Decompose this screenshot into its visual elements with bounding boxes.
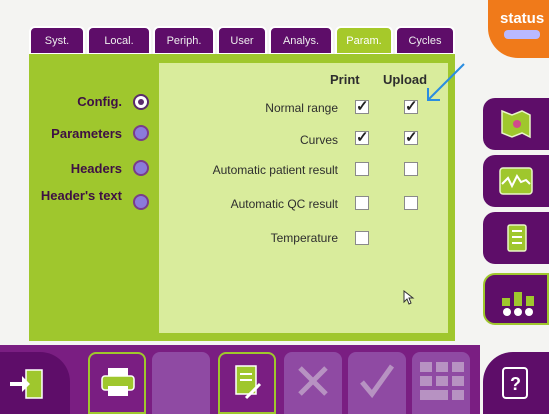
waveform-icon	[499, 167, 533, 195]
tab-periph[interactable]: Periph.	[153, 26, 215, 55]
sidebar-item-parameters[interactable]: Parameters	[0, 126, 122, 141]
tab-syst[interactable]: Syst.	[29, 26, 85, 55]
tab-label: Cycles	[408, 34, 442, 47]
bar-chart-icon	[502, 292, 534, 316]
report-edit-button[interactable]	[218, 352, 276, 414]
map-icon	[501, 109, 531, 139]
status-label: status	[500, 10, 545, 27]
checkbox-print-normal-range[interactable]: ✓	[355, 99, 369, 114]
cursor-icon	[403, 290, 415, 305]
tab-user[interactable]: User	[217, 26, 267, 55]
checkbox-print-auto-qc[interactable]	[355, 196, 369, 210]
tab-param[interactable]: Param.	[335, 26, 393, 55]
row-label-curves: Curves	[299, 133, 338, 147]
tab-analys[interactable]: Analys.	[269, 26, 333, 55]
exit-button[interactable]	[0, 352, 70, 414]
row-label-auto-patient: Automatic patient result	[212, 163, 338, 177]
checkbox-print-auto-patient[interactable]	[355, 162, 369, 176]
report-edit-icon	[235, 365, 262, 400]
radio-parameters[interactable]	[133, 125, 149, 141]
status-indicator-icon	[504, 30, 540, 39]
sidebar-item-headers-text[interactable]: Header's text	[40, 188, 122, 203]
tab-label: Syst.	[44, 34, 70, 47]
tab-label: Analys.	[282, 34, 320, 47]
sidebar-item-config[interactable]: Config.	[40, 94, 122, 109]
waveform-button[interactable]	[483, 155, 549, 207]
row-label-normal-range: Normal range	[265, 101, 338, 115]
keypad-icon	[420, 362, 464, 400]
checkbox-upload-auto-patient[interactable]	[404, 162, 418, 176]
annotation-arrow-icon	[427, 63, 465, 101]
checkbox-upload-curves[interactable]: ✓	[404, 130, 418, 145]
tab-label: User	[230, 34, 254, 47]
cancel-button[interactable]	[284, 352, 342, 414]
keypad-button[interactable]	[412, 352, 470, 414]
tab-label: Local.	[104, 34, 134, 47]
checkbox-upload-normal-range[interactable]: ✓	[404, 99, 418, 114]
checkbox-print-curves[interactable]: ✓	[355, 130, 369, 145]
radio-config[interactable]	[133, 94, 149, 110]
exit-icon	[10, 369, 43, 399]
row-label-temperature: Temperature	[270, 231, 338, 245]
checkbox-print-temperature[interactable]	[355, 231, 369, 245]
book-icon	[507, 224, 527, 252]
tab-cycles[interactable]: Cycles	[395, 26, 455, 55]
radio-headers-text[interactable]	[133, 194, 149, 210]
confirm-button[interactable]	[348, 352, 406, 414]
blank-button[interactable]	[152, 352, 210, 414]
help-icon: ?	[502, 367, 528, 399]
print-button[interactable]	[88, 352, 146, 414]
confirm-icon	[360, 364, 395, 399]
tab-label: Periph.	[166, 34, 202, 47]
tab-label: Param.	[346, 34, 382, 47]
sidebar-item-headers[interactable]: Headers	[40, 161, 122, 176]
status-badge[interactable]: status	[488, 0, 549, 58]
checkbox-upload-auto-qc[interactable]	[404, 196, 418, 210]
cancel-icon	[298, 366, 328, 396]
map-button[interactable]	[483, 98, 549, 150]
tab-local[interactable]: Local.	[87, 26, 151, 55]
column-header-print: Print	[330, 72, 360, 87]
bar-chart-button[interactable]	[483, 273, 549, 325]
svg-text:?: ?	[510, 374, 521, 394]
printer-icon	[101, 368, 135, 396]
radio-headers[interactable]	[133, 160, 149, 176]
help-button[interactable]: ?	[483, 352, 549, 414]
row-label-auto-qc: Automatic QC result	[230, 197, 338, 211]
book-button[interactable]	[483, 212, 549, 264]
